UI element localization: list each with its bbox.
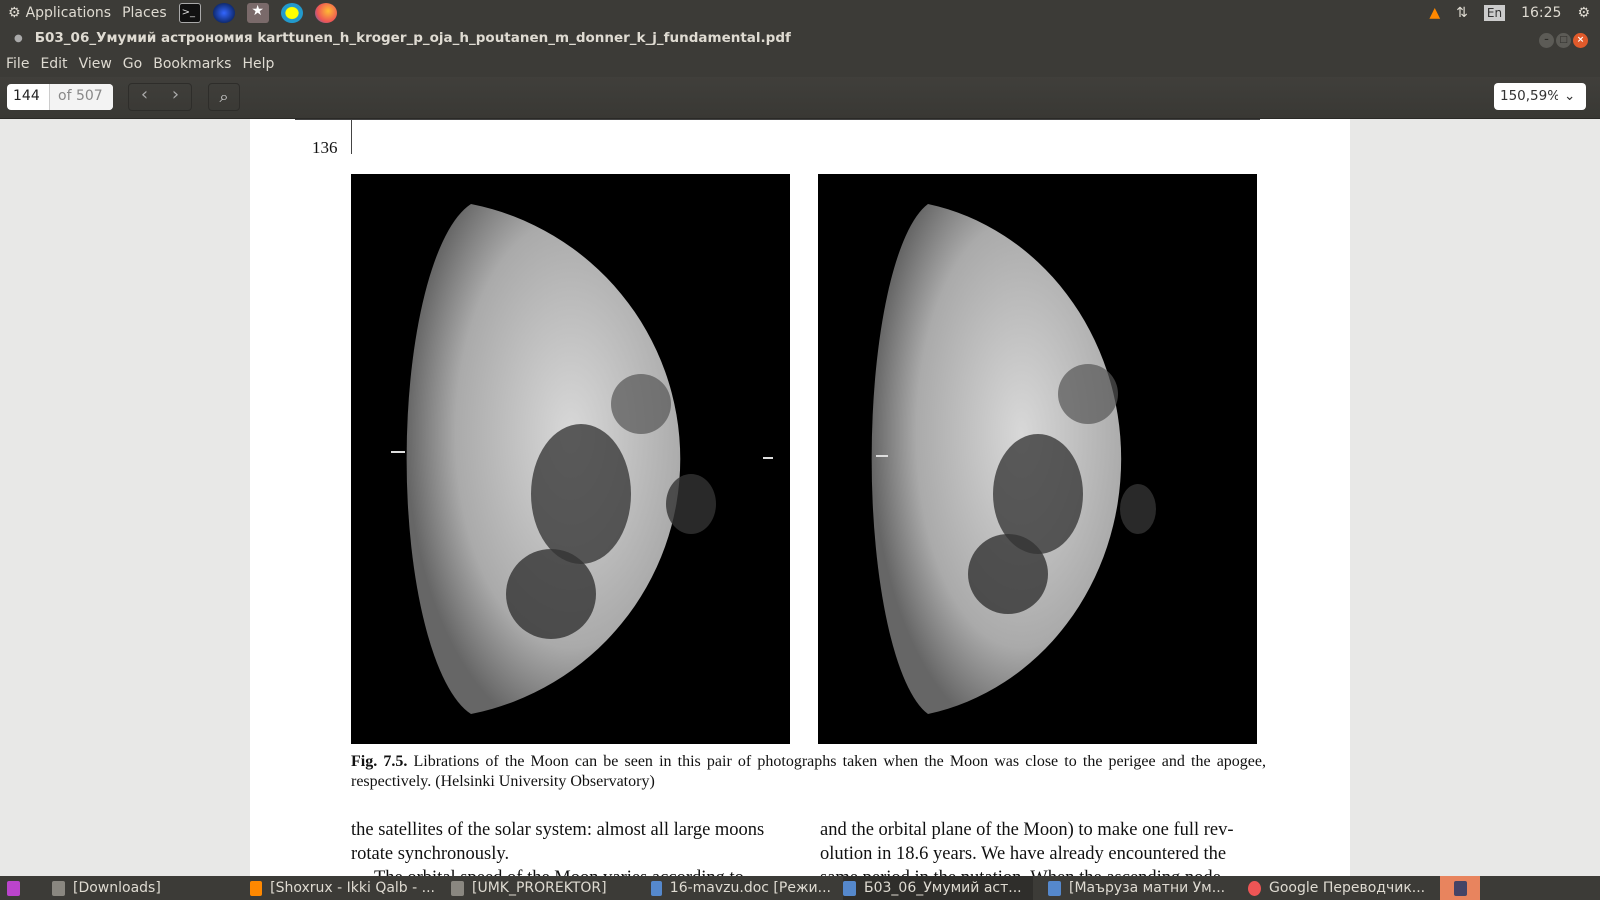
menu-view[interactable]: View <box>79 56 112 72</box>
chevron-down-icon: ⌄ <box>1564 88 1576 104</box>
window-title: Б03_06_Умумий астрономия karttunen_h_kro… <box>34 30 791 46</box>
page-count: of 507 <box>50 84 113 110</box>
left-column: the satellites of the solar system: almo… <box>351 820 765 876</box>
menu-help[interactable]: Help <box>242 56 274 72</box>
clock[interactable]: 16:25 <box>1521 5 1561 21</box>
task-pdf-viewer[interactable]: Б03_06_Умумий аст... <box>843 876 1033 900</box>
right-column: and the orbital plane of the Moon) to ma… <box>820 820 1234 876</box>
task-maruza[interactable]: [Маъруза матни Ум... <box>1048 876 1228 900</box>
window-titlebar: ● Б03_06_Умумий астрономия karttunen_h_k… <box>0 25 1600 51</box>
task-downloads[interactable]: [Downloads] <box>52 876 161 900</box>
search-icon: ⌕ <box>219 87 229 106</box>
places-menu[interactable]: Places <box>122 5 167 21</box>
task-vlc[interactable]: [Shoxrux - Ikki Qalb - ... <box>250 876 435 900</box>
app-star-icon[interactable]: ★ <box>246 2 269 23</box>
task-umk-prorektor[interactable]: [UMK_PROREKTOR] <box>451 876 607 900</box>
task-16-mavzu[interactable]: 16-mavzu.doc [Режи... <box>651 876 831 900</box>
keyboard-layout[interactable]: En <box>1483 4 1506 21</box>
taskbar: [Downloads] [Shoxrux - Ikki Qalb - ... [… <box>0 876 1600 900</box>
figure-caption: Fig. 7.5. Librations of the Moon can be … <box>351 753 1267 790</box>
next-page-button[interactable]: › <box>160 84 191 110</box>
menu-bar: File Edit View Go Bookmarks Help <box>0 51 1600 77</box>
toolbar: 144 of 507 ‹ › ⌕ 150,59% ⌄ <box>0 77 1600 119</box>
page-number: 136 <box>312 138 338 157</box>
zoom-select[interactable]: 150,59% ⌄ <box>1494 83 1586 110</box>
midnight-commander-icon[interactable] <box>212 2 235 23</box>
menu-bookmarks[interactable]: Bookmarks <box>153 56 231 72</box>
minimize-button[interactable]: – <box>1539 33 1554 48</box>
firefox-icon[interactable] <box>314 2 337 23</box>
applications-menu[interactable]: ⚙ Applications <box>8 5 111 21</box>
header-rule <box>295 119 1260 120</box>
header-tick <box>351 119 352 154</box>
app-icon: ● <box>14 32 23 44</box>
workspace-switcher[interactable] <box>1440 876 1480 900</box>
search-button[interactable]: ⌕ <box>208 83 240 111</box>
menu-go[interactable]: Go <box>123 56 142 72</box>
menu-file[interactable]: File <box>6 56 29 72</box>
task-google-translate[interactable]: Google Переводчик... <box>1248 876 1428 900</box>
sun-app-icon[interactable] <box>280 2 303 23</box>
moon-photo-apogee <box>818 174 1257 744</box>
menu-edit[interactable]: Edit <box>40 56 67 72</box>
close-button[interactable]: × <box>1573 33 1588 48</box>
page-number-input[interactable]: 144 <box>7 84 50 110</box>
pdf-page: 136 Fig. 7.5. Librations of the Moon can… <box>250 119 1350 876</box>
show-desktop-button[interactable] <box>7 876 20 900</box>
maximize-button[interactable]: □ <box>1556 33 1571 48</box>
vlc-icon[interactable]: ▲ <box>1429 5 1440 21</box>
terminal-icon[interactable]: >_ <box>178 2 201 23</box>
network-icon[interactable]: ⇅ <box>1456 5 1468 21</box>
previous-page-button[interactable]: ‹ <box>129 84 160 110</box>
top-panel: ⚙ Applications Places >_ ★ ▲ ⇅ En 16:25 ⚙ <box>0 0 1600 25</box>
moon-photo-perigee <box>351 174 790 744</box>
ubuntu-icon: ⚙ <box>8 4 21 21</box>
power-gear-icon[interactable]: ⚙ <box>1577 5 1590 21</box>
